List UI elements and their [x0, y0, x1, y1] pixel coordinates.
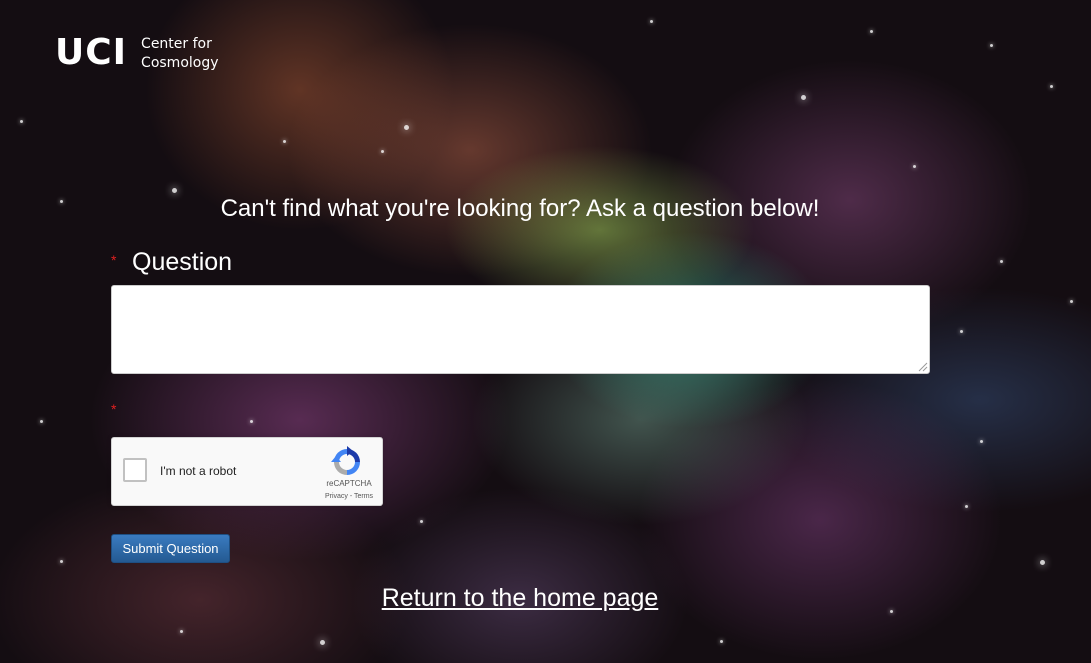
captcha-brand: reCAPTCHA	[326, 479, 372, 488]
captcha-privacy-terms-links[interactable]: Privacy - Terms	[319, 493, 379, 500]
uci-cosmology-logo[interactable]: UCI Center for Cosmology	[55, 34, 219, 73]
question-textarea[interactable]	[111, 285, 930, 374]
recaptcha-icon	[331, 446, 360, 475]
logo-text: Center for Cosmology	[141, 35, 218, 73]
page-heading: Can't find what you're looking for? Ask …	[220, 195, 820, 222]
captcha-label: I'm not a robot	[160, 464, 237, 478]
recaptcha-widget: I'm not a robot reCAPTCHA Privacy - Term…	[111, 437, 383, 506]
logo-text-line1: Center for	[141, 36, 212, 52]
captcha-checkbox[interactable]	[123, 458, 147, 482]
return-home-link[interactable]: Return to the home page	[0, 584, 1040, 613]
question-label: Question	[132, 248, 233, 276]
question-required-marker: *	[111, 252, 117, 268]
captcha-required-marker: *	[111, 401, 117, 417]
resize-grip-icon[interactable]	[918, 362, 928, 372]
submit-question-button[interactable]: Submit Question	[111, 534, 230, 563]
logo-mark: UCI	[55, 32, 128, 73]
logo-text-line2: Cosmology	[141, 55, 219, 71]
